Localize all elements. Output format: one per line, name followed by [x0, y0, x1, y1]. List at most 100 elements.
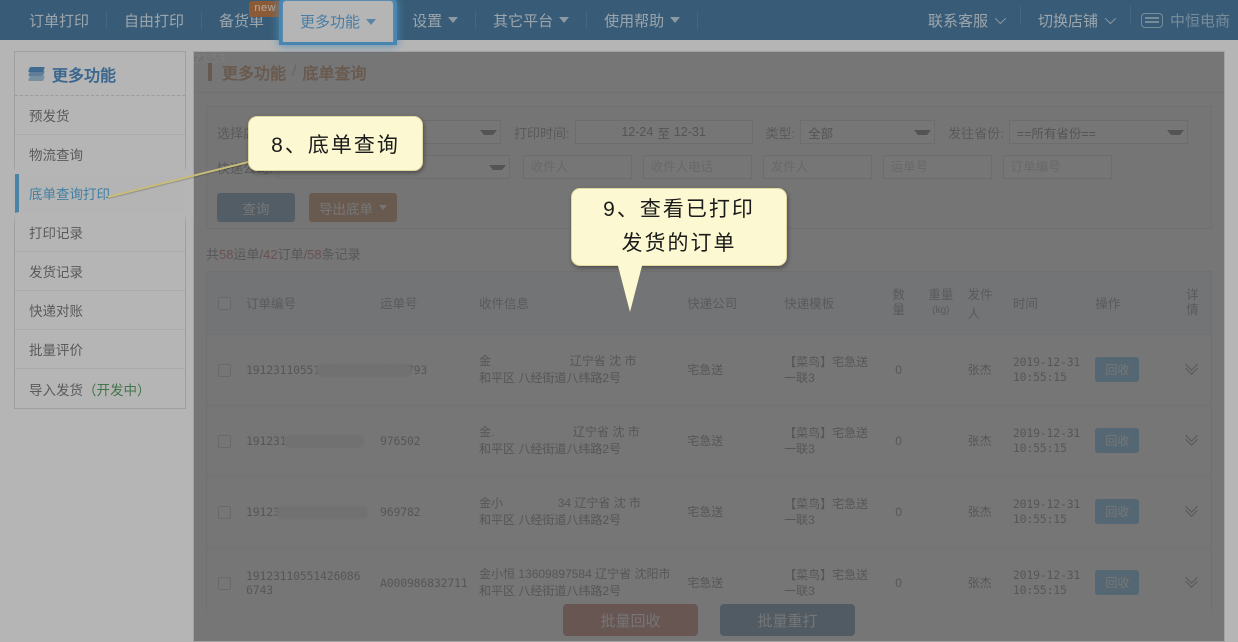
print-time-label: 打印时间:: [514, 125, 570, 141]
recipient-line-2: 和平区 八经街道八纬路2号: [479, 512, 622, 527]
sidebar-item-pre-ship[interactable]: 预发货: [15, 96, 185, 135]
order-no-input[interactable]: [1002, 155, 1112, 179]
nav-tab-order-print[interactable]: 订单打印: [12, 0, 106, 40]
header-action: 操作: [1091, 272, 1174, 335]
recycle-button[interactable]: 回收: [1095, 570, 1140, 595]
nav-tab-settings[interactable]: 设置: [395, 0, 475, 40]
select-all-checkbox[interactable]: [218, 296, 232, 310]
chevron-down-icon: [559, 17, 570, 23]
print-time-range-picker[interactable]: 12-24 00:00 至 12-31 23:59: [194, 52, 1224, 641]
new-badge: new: [249, 1, 282, 17]
order-no-redacted: 1912311: [246, 434, 365, 448]
recipient-region: 辽宁省 沈 市: [573, 424, 640, 439]
order-no-redacted: 1912311: [246, 505, 369, 519]
header-express-company: 快递公司: [683, 272, 781, 335]
time-from-date: 12-24: [621, 125, 654, 139]
time-date: 2019-12-31: [1012, 354, 1081, 369]
row-checkbox[interactable]: [218, 363, 232, 377]
header-weight: 重量 (kg): [918, 272, 964, 335]
export-receipt-button[interactable]: 导出底单: [309, 193, 397, 222]
header-weight-line1: 重量: [928, 287, 954, 302]
double-chevron-down-icon[interactable]: [1186, 575, 1199, 588]
cell-sender: 张杰: [963, 334, 1009, 406]
cell-recipient: 金小 34 辽宁省 沈 市 和平区 八经街道八纬路2号: [475, 476, 684, 548]
nav-tab-label: 设置: [412, 12, 443, 30]
time-date: 2019-12-31: [1012, 567, 1081, 582]
recipient-line-2: 和平区 八经街道八纬路2号: [479, 370, 622, 385]
chevron-down-icon: [379, 205, 387, 210]
table-header-row: 订单编号 运单号 收件信息 快递公司 快递模板 数 量 重量 (kg) 发件人 …: [207, 272, 1211, 335]
stack-icon: [28, 66, 45, 81]
results-table: 订单编号 运单号 收件信息 快递公司 快递模板 数 量 重量 (kg) 发件人 …: [207, 272, 1211, 611]
nav-tab-label: 订单打印: [29, 12, 90, 30]
sidebar-item-label: 底单查询打印: [29, 187, 110, 202]
redaction-smudge: [276, 505, 369, 519]
sidebar-item-print-records[interactable]: 打印记录: [15, 213, 185, 252]
header-order-no: 订单编号: [242, 272, 377, 335]
province-select[interactable]: ==所有省份==: [1008, 120, 1188, 144]
bulk-reprint-button[interactable]: 批量重打: [720, 604, 855, 636]
recipient-phone-input[interactable]: [642, 155, 752, 179]
cell-order-no: 1912311055143: [242, 334, 413, 406]
breadcrumb-parent[interactable]: 更多功能: [222, 60, 286, 84]
row-checkbox[interactable]: [218, 434, 232, 448]
nav-tab-stock-sheet[interactable]: 备货单 new: [202, 0, 282, 40]
cell-action: 回收: [1091, 334, 1174, 406]
table-row[interactable]: 1912311055143 9969793 金 辽宁省 沈 市: [207, 334, 1211, 406]
sidebar-item-import-shipping[interactable]: 导入发货 （开发中）: [15, 369, 185, 408]
type-select[interactable]: 全部: [800, 120, 936, 144]
nav-contact-support[interactable]: 联系客服: [911, 0, 1020, 40]
table-row[interactable]: 1912311 976502 金. 辽宁省 沈 市 和平区 八经街道八纬路2号 …: [207, 405, 1211, 477]
double-chevron-down-icon[interactable]: [1186, 433, 1199, 446]
waybill-no-input[interactable]: [882, 155, 992, 179]
nav-tab-label: 使用帮助: [604, 12, 665, 30]
sidebar-item-receipt-query-print[interactable]: 底单查询打印: [15, 174, 185, 213]
recycle-button[interactable]: 回收: [1095, 499, 1140, 524]
nav-tab-more-functions[interactable]: 更多功能: [282, 0, 395, 42]
header-recipient: 收件信息: [475, 272, 684, 335]
breadcrumb-accent-bar: [208, 63, 212, 81]
bulk-recycle-button[interactable]: 批量回收: [563, 604, 698, 636]
sidebar-item-bulk-review[interactable]: 批量评价: [15, 330, 185, 369]
double-chevron-down-icon[interactable]: [1186, 504, 1199, 517]
top-navigation-bar: 订单打印 自由打印 备货单 new 更多功能 设置 其它平台 使用帮助 联系客服…: [0, 0, 1238, 42]
header-waybill-no: 运单号: [376, 272, 475, 335]
cell-weight: [918, 405, 964, 477]
callout-9-line-1: 9、查看已打印: [603, 198, 755, 221]
double-chevron-down-icon[interactable]: [1186, 362, 1199, 375]
recipient-name-input[interactable]: [522, 155, 632, 179]
sidebar-item-logistics-query[interactable]: 物流查询: [15, 135, 185, 174]
sidebar-item-label: 批量评价: [29, 343, 83, 358]
nav-switch-shop[interactable]: 切换店铺: [1021, 0, 1130, 40]
cell-weight: [918, 476, 964, 548]
nav-tab-other-platforms[interactable]: 其它平台: [476, 0, 586, 40]
cell-recipient: 金 辽宁省 沈 市 和平区 八经街道八纬路2号: [475, 334, 684, 406]
recycle-button[interactable]: 回收: [1095, 428, 1140, 453]
nav-tab-free-print[interactable]: 自由打印: [107, 0, 201, 40]
recipient-line-1: 金 辽宁省 沈 市: [479, 353, 679, 370]
bulk-reprint-label: 批量重打: [757, 612, 818, 630]
sidebar-item-shipping-records[interactable]: 发货记录: [15, 252, 185, 291]
export-button-label: 导出底单: [319, 201, 373, 217]
nav-tab-help[interactable]: 使用帮助: [587, 0, 697, 40]
summary-prefix: 共: [206, 247, 220, 262]
chevron-down-icon: [448, 17, 459, 23]
time-to-date: 12-31: [673, 125, 706, 139]
table-row[interactable]: 1912311 969782 金小 34 辽宁省 沈 市 和平区 八经街道八纬路…: [207, 476, 1211, 548]
query-button[interactable]: 查询: [217, 193, 295, 222]
summary-order-count: 42: [263, 247, 278, 262]
row-select-cell: [207, 405, 243, 477]
chat-box-icon: [1140, 12, 1163, 28]
summary-waybill-count: 58: [219, 247, 234, 262]
chevron-down-icon: [994, 12, 1007, 25]
sidebar-item-label: 发货记录: [29, 265, 83, 280]
sender-name-input[interactable]: [762, 155, 872, 179]
recycle-button[interactable]: 回收: [1095, 357, 1140, 382]
row-checkbox[interactable]: [218, 576, 232, 590]
sidebar-item-express-reconciliation[interactable]: 快递对账: [15, 291, 185, 330]
breadcrumb-current: 底单查询: [302, 66, 367, 83]
results-table-container[interactable]: 订单编号 运单号 收件信息 快递公司 快递模板 数 量 重量 (kg) 发件人 …: [206, 271, 1212, 611]
redaction-smudge: [316, 363, 413, 377]
row-checkbox[interactable]: [218, 505, 232, 519]
header-detail-line2: 情: [1186, 302, 1199, 317]
